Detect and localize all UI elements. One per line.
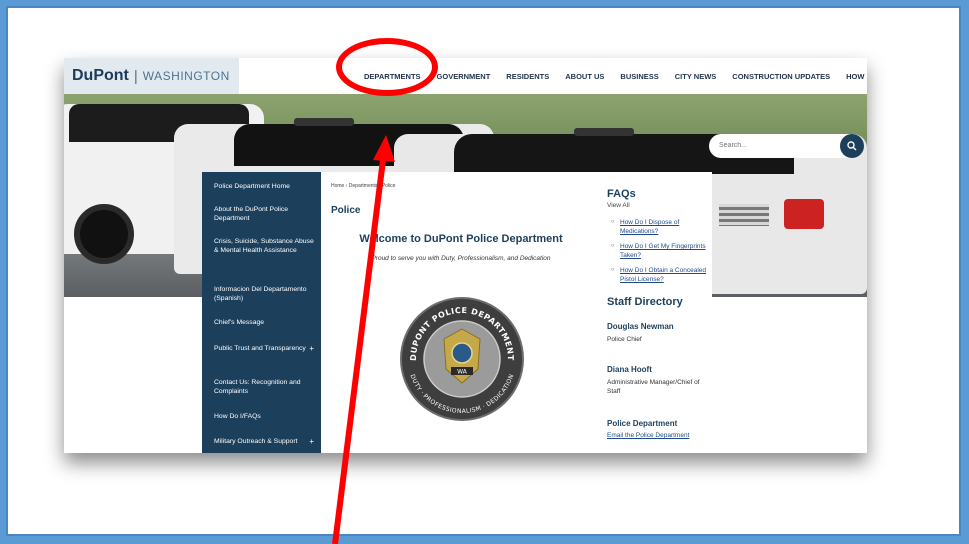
main-nav: DEPARTMENTS GOVERNMENT RESIDENTS ABOUT U… [364,58,867,94]
sidebar-item-crisis[interactable]: Crisis, Suicide, Substance Abuse & Menta… [214,237,314,255]
nav-how-do-i[interactable]: HOW DO I...? [846,72,867,81]
search-box [709,134,864,158]
browser-page: DuPont | WASHINGTON DEPARTMENTS GOVERNME… [64,58,867,453]
sidebar-item-contact-us[interactable]: Contact Us: Recognition and Complaints [214,378,314,396]
annotation-circle [336,38,438,96]
sidebar-item-police-home[interactable]: Police Department Home [214,182,314,191]
sidebar-item-label: Chief's Message [214,319,265,326]
search-button[interactable] [840,134,864,158]
sidebar-item-label: How Do I/FAQs [214,413,261,420]
staff-role: Police Chief [607,336,642,343]
nav-business[interactable]: BUSINESS [620,72,658,81]
sidebar-item-label: Military Outreach & Support [214,438,298,445]
welcome-heading: Welcome to DuPont Police Department [359,233,563,245]
view-all-link[interactable]: View All [607,202,630,209]
faqs-heading: FAQs [607,188,636,200]
logo-separator: | [133,67,138,85]
sidebar-item-label: Crisis, Suicide, Substance Abuse & Menta… [214,238,314,254]
sidebar-item-military[interactable]: Military Outreach & Support + [214,437,314,446]
search-input[interactable] [719,134,829,158]
email-police-link[interactable]: Email the Police Department [607,432,689,439]
nav-about-us[interactable]: ABOUT US [565,72,604,81]
expand-icon[interactable]: + [309,344,314,353]
breadcrumb[interactable]: Home › Departments › Police [331,183,395,189]
police-seal-icon: WA DUPONT POLICE DEPARTMENT DUTY · PROFE… [400,297,524,421]
nav-construction-updates[interactable]: CONSTRUCTION UPDATES [732,72,830,81]
sidebar-nav: Police Department Home About the DuPont … [202,172,321,453]
logo-state: WASHINGTON [142,69,230,83]
sidebar-item-label: Police Department Home [214,183,290,190]
expand-icon[interactable]: + [309,437,314,446]
site-logo[interactable]: DuPont | WASHINGTON [64,58,239,94]
top-bar: DuPont | WASHINGTON DEPARTMENTS GOVERNME… [64,58,867,94]
sidebar-item-label: About the DuPont Police Department [214,206,289,222]
sidebar-item-public-trust[interactable]: Public Trust and Transparency + [214,344,314,353]
flag-decal [719,204,769,226]
faq-link-pistol-license[interactable]: How Do I Obtain a Concealed Pistol Licen… [611,266,712,284]
sidebar-item-spanish[interactable]: Informacion Del Departamento (Spanish) [214,285,314,303]
page-title: Police [331,205,361,216]
right-column: FAQs View All How Do I Dispose of Medica… [607,172,712,453]
staff-name: Douglas Newman [607,322,674,331]
sidebar-item-faqs[interactable]: How Do I/FAQs [214,412,314,421]
sidebar-item-label: Contact Us: Recognition and Complaints [214,379,301,395]
main-content: Home › Departments › Police Police Welco… [321,172,712,453]
logo-main: DuPont [72,67,129,84]
nav-government[interactable]: GOVERNMENT [437,72,491,81]
staff-role: Administrative Manager/Chief of Staff [607,379,700,395]
faq-link-medications[interactable]: How Do I Dispose of Medications? [611,218,712,236]
tail-light [784,199,824,229]
staff-name: Diana Hooft [607,365,652,374]
sidebar-item-about[interactable]: About the DuPont Police Department [214,205,314,223]
search-icon [847,141,857,151]
sidebar-item-label: Informacion Del Departamento (Spanish) [214,286,307,302]
sidebar-item-chiefs-message[interactable]: Chief's Message [214,318,314,327]
tagline: Proud to serve you with Duty, Profession… [371,255,551,262]
nav-residents[interactable]: RESIDENTS [506,72,549,81]
seal-badge-text: WA [457,369,468,376]
police-department-heading: Police Department [607,419,678,428]
sidebar-item-label: Public Trust and Transparency [214,345,306,352]
nav-city-news[interactable]: CITY NEWS [675,72,717,81]
staff-directory-heading: Staff Directory [607,296,683,308]
faq-link-fingerprints[interactable]: How Do I Get My Fingerprints Taken? [611,242,712,260]
